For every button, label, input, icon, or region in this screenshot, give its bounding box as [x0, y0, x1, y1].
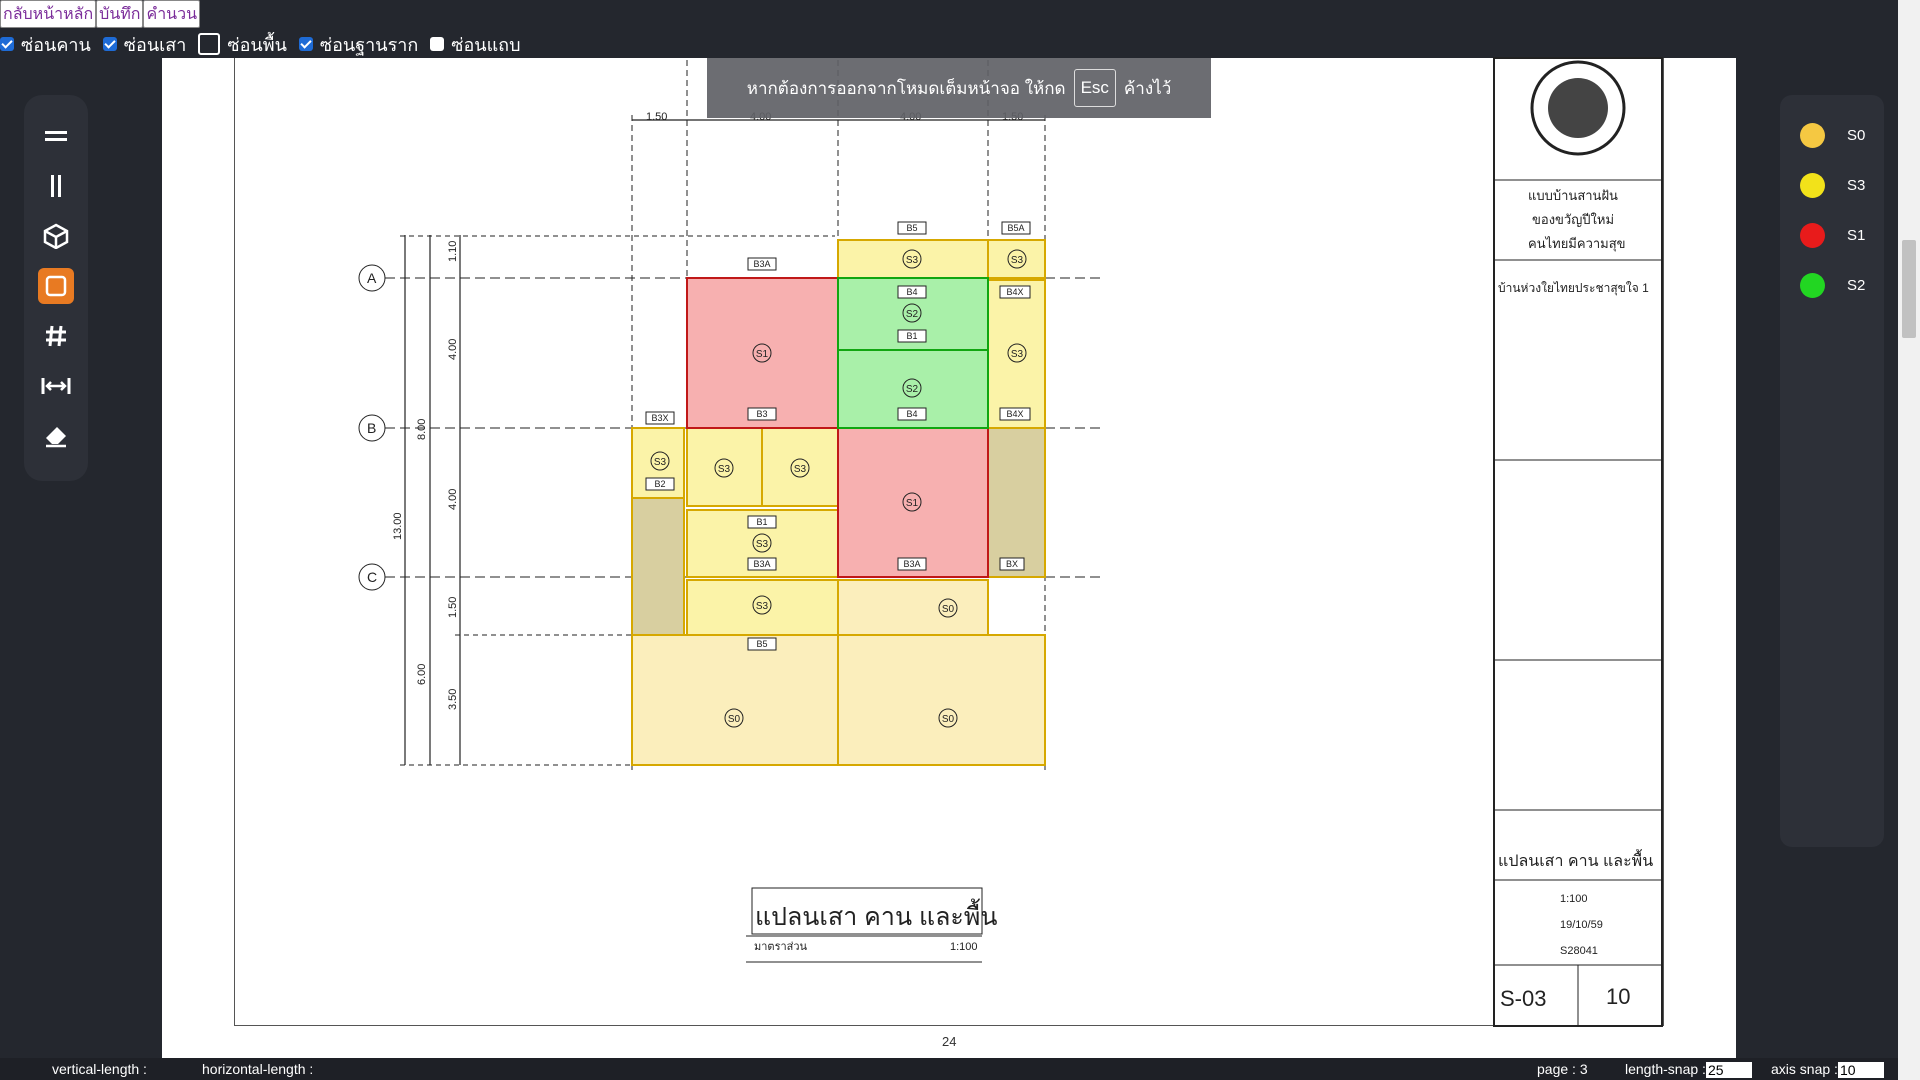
- measure-icon[interactable]: [38, 368, 74, 404]
- esc-key-hint: Esc: [1073, 69, 1116, 107]
- svg-text:1.50: 1.50: [447, 597, 459, 618]
- svg-text:6.00: 6.00: [416, 664, 428, 685]
- grid-label-a: A: [367, 270, 377, 286]
- svg-text:S0: S0: [728, 714, 741, 725]
- svg-text:B3: B3: [756, 409, 767, 419]
- svg-text:S3: S3: [906, 255, 919, 266]
- svg-text:S3: S3: [756, 539, 769, 550]
- toast-text: หากต้องการออกจากโหมดเต็มหน้าจอ ให้กด: [746, 78, 1066, 98]
- fullscreen-toast: หากต้องการออกจากโหมดเต็มหน้าจอ ให้กด Esc…: [707, 58, 1211, 118]
- legend-label-s3: S3: [1847, 177, 1866, 194]
- slab-hatched-left: [631, 497, 685, 636]
- legend-label-s0: S0: [1847, 127, 1866, 144]
- svg-text:4.00: 4.00: [447, 489, 459, 510]
- titleblock-date: 19/10/59: [1560, 919, 1603, 931]
- structural-plan-drawing: A B C 1.50 4.00 4.00 1.50 1.10 4.00 4.00…: [358, 57, 1663, 1049]
- length-snap-label: length-snap :: [1625, 1061, 1706, 1077]
- slab-s0-left: [631, 634, 839, 766]
- svg-text:S0: S0: [942, 714, 955, 725]
- legend-color-s2: [1800, 273, 1825, 298]
- titleblock-house-name: บ้านห่วงใยไทยประชาสุขใจ 1: [1498, 281, 1649, 296]
- svg-text:B5: B5: [906, 223, 917, 233]
- svg-text:BX: BX: [1006, 559, 1018, 569]
- status-bar: vertical-length : horizontal-length : pa…: [0, 1058, 1898, 1080]
- svg-text:B4X: B4X: [1006, 287, 1023, 297]
- grid-label-c: C: [367, 569, 377, 585]
- svg-text:B3A: B3A: [753, 559, 770, 569]
- svg-text:S0: S0: [942, 604, 955, 615]
- titleblock-project-2: ของขวัญปีใหม่: [1532, 212, 1614, 227]
- svg-text:13.00: 13.00: [392, 512, 404, 540]
- square-slab-icon[interactable]: [38, 268, 74, 304]
- legend-color-s3: [1800, 173, 1825, 198]
- dim-top-1: 1.50: [646, 111, 667, 123]
- titleblock-page-no: 10: [1606, 984, 1630, 1009]
- axis-snap-input[interactable]: 10: [1837, 1062, 1884, 1079]
- toast-text-after: ค้างไว้: [1123, 78, 1172, 98]
- grid-icon[interactable]: [38, 318, 74, 354]
- svg-text:S2: S2: [906, 309, 919, 320]
- svg-text:S3: S3: [654, 457, 667, 468]
- slab-s0-mid: [837, 579, 989, 636]
- drawing-scale-label: มาตราส่วน: [754, 941, 808, 953]
- slab-type-legend: S0 S3 S1 S2: [1780, 95, 1884, 847]
- svg-text:S3: S3: [1011, 255, 1024, 266]
- paper-page-number: 24: [942, 1034, 956, 1049]
- titleblock-scale: 1:100: [1560, 893, 1588, 905]
- svg-text:S2: S2: [906, 384, 919, 395]
- vertical-length-readout: vertical-length :: [52, 1061, 147, 1077]
- legend-item-s2[interactable]: S2: [1800, 273, 1865, 298]
- slab-s0-right: [837, 634, 1046, 766]
- svg-text:B3A: B3A: [753, 259, 770, 269]
- svg-text:8.00: 8.00: [416, 419, 428, 440]
- horizontal-beam-icon[interactable]: [38, 118, 74, 154]
- svg-text:B5A: B5A: [1007, 223, 1024, 233]
- titleblock-sheet-no: S-03: [1500, 986, 1546, 1011]
- legend-color-s0: [1800, 123, 1825, 148]
- svg-text:B2: B2: [654, 479, 665, 489]
- svg-text:B4: B4: [906, 409, 917, 419]
- vertical-scrollbar[interactable]: [1898, 0, 1920, 1080]
- svg-text:S3: S3: [1011, 349, 1024, 360]
- svg-text:S1: S1: [906, 498, 919, 509]
- eraser-icon[interactable]: [38, 418, 74, 454]
- drawing-title: แปลนเสา คาน และพื้น: [755, 898, 997, 931]
- page-indicator: page : 3: [1537, 1061, 1588, 1077]
- titleblock-project-3: คนไทยมีความสุข: [1528, 236, 1626, 252]
- legend-color-s1: [1800, 223, 1825, 248]
- grid-label-b: B: [367, 420, 376, 436]
- svg-text:S1: S1: [756, 349, 769, 360]
- svg-text:1.10: 1.10: [447, 241, 459, 262]
- svg-text:S3: S3: [718, 464, 731, 475]
- legend-item-s3[interactable]: S3: [1800, 173, 1865, 198]
- drawing-scale-value: 1:100: [950, 941, 978, 953]
- legend-item-s1[interactable]: S1: [1800, 223, 1865, 248]
- vertical-column-icon[interactable]: [38, 168, 74, 204]
- legend-label-s1: S1: [1847, 227, 1866, 244]
- titleblock-code: S28041: [1560, 945, 1598, 957]
- svg-text:S3: S3: [794, 464, 807, 475]
- svg-text:B4: B4: [906, 287, 917, 297]
- svg-text:4.00: 4.00: [447, 339, 459, 360]
- titleblock-sheet-title: แปลนเสา คาน และพื้น: [1498, 849, 1653, 870]
- legend-item-s0[interactable]: S0: [1800, 123, 1865, 148]
- svg-text:B3X: B3X: [651, 413, 668, 423]
- svg-text:B1: B1: [756, 517, 767, 527]
- svg-text:S3: S3: [756, 601, 769, 612]
- scrollbar-thumb[interactable]: [1902, 240, 1916, 338]
- left-toolbar: [24, 95, 88, 481]
- slab-hatched-right: [987, 427, 1046, 578]
- length-snap-input[interactable]: 25: [1705, 1062, 1752, 1079]
- svg-text:B3A: B3A: [903, 559, 920, 569]
- cube-icon[interactable]: [38, 218, 74, 254]
- svg-text:3.50: 3.50: [447, 689, 459, 710]
- axis-snap-label: axis snap :: [1771, 1061, 1838, 1077]
- titleblock-project-1: แบบบ้านสานฝัน: [1528, 188, 1618, 203]
- legend-label-s2: S2: [1847, 277, 1866, 294]
- svg-text:B4X: B4X: [1006, 409, 1023, 419]
- horizontal-length-readout: horizontal-length :: [202, 1061, 314, 1077]
- svg-text:B1: B1: [906, 331, 917, 341]
- svg-text:B5: B5: [756, 639, 767, 649]
